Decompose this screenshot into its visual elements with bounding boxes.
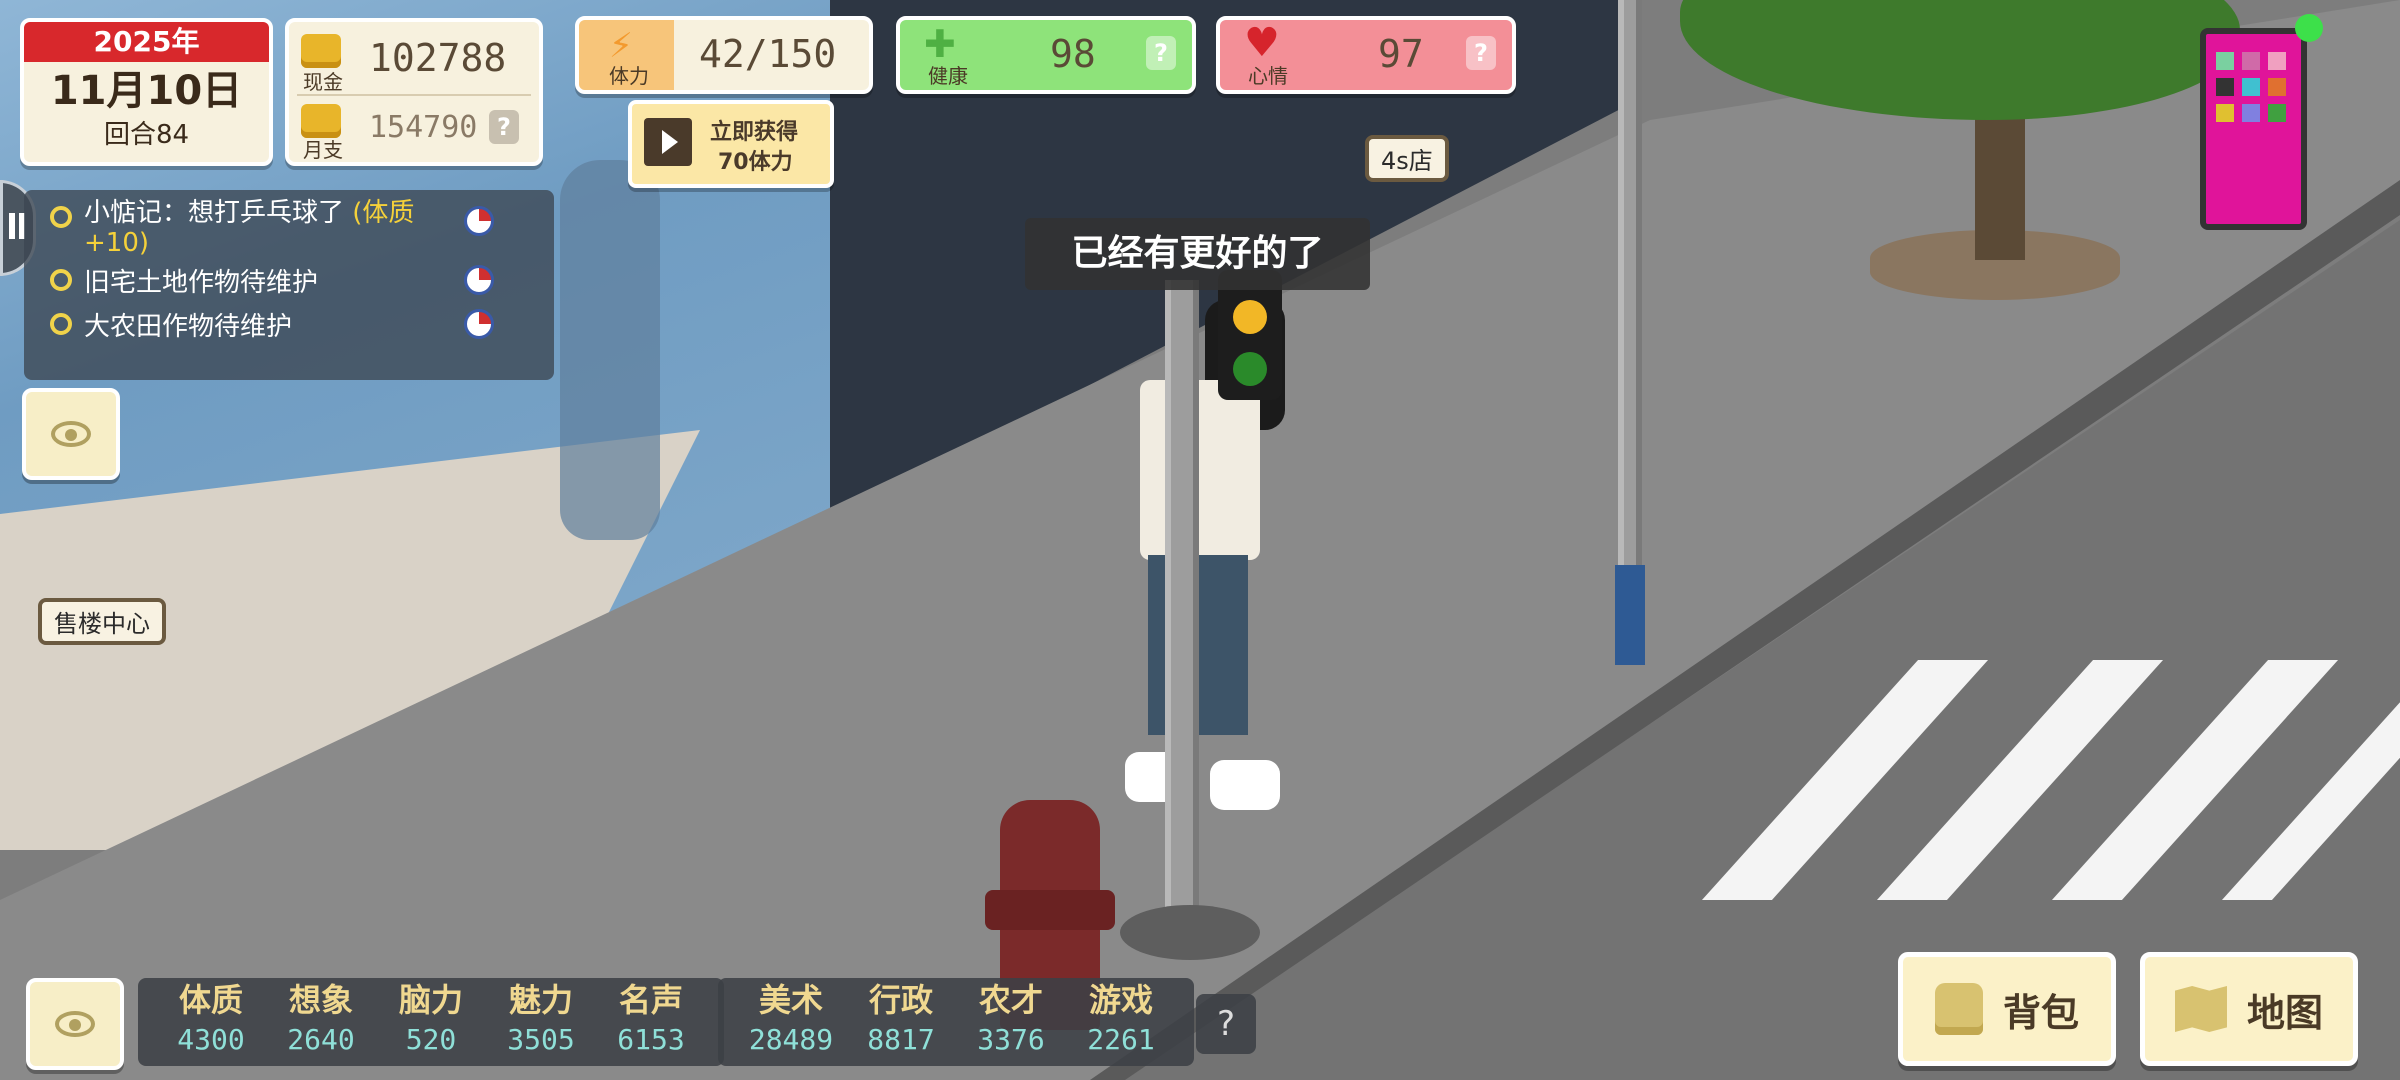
attribute-name: 名声 [618,981,683,1019]
attribute-value: 4300 [177,1023,245,1056]
task-text: 大农田作物待维护 [84,311,293,342]
clock-icon [464,206,494,236]
attribute-name: 行政 [868,981,933,1019]
sales-center-sign[interactable]: 售楼中心 [38,598,166,645]
turn-counter: 回合84 [103,120,190,150]
traffic-light-base [1120,905,1260,960]
ad-line2: 70体力 [718,150,793,175]
attributes-panel-1: 体质 4300 想象 2640 脑力 520 魅力 3505 名声 6153 [138,978,724,1066]
map-button[interactable]: 地图 [2140,952,2358,1066]
character-shirt [1140,380,1260,560]
attribute-name: 脑力 [398,981,463,1019]
attribute-stat: 魅力 3505 [486,978,596,1066]
lamp-pole [1618,0,1642,570]
attribute-value: 6153 [617,1023,685,1056]
task-status-ring [50,269,72,291]
cash-label: 现金 [303,70,343,94]
eye-icon [55,1011,95,1037]
task-item[interactable]: 小惦记：想打乒乓球了 (体质 +10) [50,198,554,258]
attribute-value: 2261 [1087,1023,1155,1056]
watch-ad-button[interactable]: 立即获得 70体力 [628,100,834,188]
attribute-value: 28489 [748,1023,834,1056]
window-vase [560,160,660,540]
task-bonus: +10) [84,228,150,258]
task-status-ring [50,313,72,335]
attribute-stat: 行政 8817 [846,978,956,1066]
speech-bubble: 已经有更好的了 [1025,218,1370,290]
attribute-stat: 游戏 2261 [1066,978,1176,1066]
cash-value: 102788 [369,36,507,80]
clock-icon [464,309,494,339]
bag-button[interactable]: 背包 [1898,952,2116,1066]
task-bonus: (体质 [352,198,415,228]
task-item[interactable]: 大农田作物待维护 [50,302,554,346]
phone-icon[interactable] [2200,14,2323,230]
bag-icon [1934,983,1983,1035]
attribute-stat: 想象 2640 [266,978,376,1066]
money-divider [297,94,531,96]
stamina-panel: ⚡ 体力 42/150 [575,16,873,94]
attribute-stat: 脑力 520 [376,978,486,1066]
money-panel: 现金 102788 月支 154790 ? [285,18,543,166]
attribute-stat: 美术 28489 [736,978,846,1066]
attributes-panel-2: 美术 28489 行政 8817 农才 3376 游戏 2261 [718,978,1194,1066]
health-panel: ✚ 健康 98 ? [896,16,1196,94]
health-help-button[interactable]: ? [1146,36,1176,70]
attribute-name: 想象 [288,981,353,1019]
ad-line1: 立即获得 [710,120,799,145]
stamina-value: 42/150 [699,32,837,76]
attribute-value: 2640 [287,1023,355,1056]
shop-sign[interactable]: 4s店 [1365,135,1449,182]
video-icon [644,118,692,166]
monthly-value: 154790 [369,110,478,145]
task-text: 小惦记：想打乒乓球了 [84,198,345,228]
attribute-value: 8817 [867,1023,935,1056]
monthly-help-button[interactable]: ? [489,110,519,144]
task-text: 旧宅土地作物待维护 [84,267,319,298]
stamina-label: 体力 [609,64,649,88]
attribute-value: 520 [405,1023,457,1056]
attribute-name: 魅力 [508,981,573,1019]
current-date: 11月10日 [50,68,243,114]
bag-label: 背包 [2002,990,2079,1035]
task-item[interactable]: 旧宅土地作物待维护 [50,258,554,302]
attribute-name: 农才 [978,981,1043,1019]
map-icon [2174,986,2227,1032]
character-shoe [1210,760,1280,810]
mood-label: 心情 [1248,64,1288,88]
attribute-stat: 名声 6153 [596,978,706,1066]
phone-notification-dot [2295,14,2323,42]
attributes-help-button[interactable]: ? [1196,994,1256,1054]
attribute-value: 3505 [507,1023,575,1056]
coin-icon [301,34,341,68]
attribute-value: 3376 [977,1023,1045,1056]
attribute-name: 游戏 [1088,981,1153,1019]
clock-icon [464,265,494,295]
traffic-light-yellow [1233,300,1267,334]
year-banner: 2025年 [24,22,269,62]
lamp-pole-base [1615,565,1645,665]
fire-hydrant-arms [985,890,1115,930]
toggle-stats-button[interactable] [26,978,124,1070]
eye-icon [51,421,91,447]
attribute-stat: 体质 4300 [156,978,266,1066]
traffic-light-green [1233,352,1267,386]
health-label: 健康 [928,64,968,88]
attribute-name: 美术 [758,981,823,1019]
task-status-ring [50,206,72,228]
mood-value: 97 [1378,32,1424,76]
task-list: 小惦记：想打乒乓球了 (体质 +10) 旧宅土地作物待维护 大农田作物待维护 [24,190,554,380]
attribute-stat: 农才 3376 [956,978,1066,1066]
traffic-light-pole [1165,280,1199,930]
coin-icon [301,104,341,138]
map-label: 地图 [2246,990,2323,1035]
date-card: 2025年 11月10日 回合84 [20,18,273,166]
attribute-name: 体质 [178,981,243,1019]
mood-help-button[interactable]: ? [1466,36,1496,70]
health-value: 98 [1050,32,1096,76]
mood-panel: ♥ 心情 97 ? [1216,16,1516,94]
toggle-visibility-button[interactable] [22,388,120,480]
monthly-label: 月支 [303,138,343,162]
